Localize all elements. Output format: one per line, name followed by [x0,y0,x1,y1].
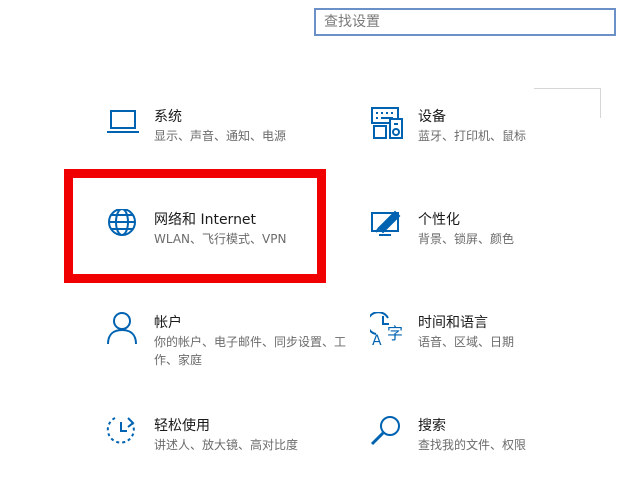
laptop-icon [106,106,142,142]
tile-description: 讲述人、放大镜、高对比度 [154,438,299,452]
tile-search[interactable]: 搜索 查找我的文件、权限 [370,415,620,477]
time-language-icon: A 字 [370,312,406,348]
svg-text:A: A [372,333,382,348]
settings-search-box[interactable] [314,8,616,36]
tile-description: 查找我的文件、权限 [418,438,527,452]
ease-of-access-icon [106,415,142,451]
divider [534,88,600,89]
tile-title: 个性化 [418,212,460,228]
tile-title: 设备 [418,109,446,125]
tile-personalization[interactable]: 个性化 背景、锁屏、颜色 [370,209,620,271]
tile-system[interactable]: 系统 显示、声音、通知、电源 [106,106,356,168]
tile-accounts[interactable]: 帐户 你的帐户、电子邮件、同步设置、工作、家庭 [106,312,356,374]
tile-title: 帐户 [154,315,182,331]
keyboard-devices-icon [370,106,406,142]
tile-ease-of-access[interactable]: 轻松使用 讲述人、放大镜、高对比度 [106,415,356,477]
paint-brush-icon [370,209,406,245]
person-icon [106,312,142,348]
tile-title: 时间和语言 [418,315,488,331]
tile-title: 搜索 [418,418,446,434]
tile-description: 语音、区域、日期 [418,335,515,349]
tile-time-language[interactable]: A 字 时间和语言 语音、区域、日期 [370,312,620,374]
tile-description: 你的帐户、电子邮件、同步设置、工作、家庭 [154,335,347,367]
search-icon [370,415,406,451]
highlight-annotation-box [64,169,326,283]
search-input[interactable] [316,10,614,34]
tile-title: 系统 [154,109,182,125]
tile-description: 蓝牙、打印机、鼠标 [418,129,527,143]
tile-description: 显示、声音、通知、电源 [154,129,287,143]
tile-title: 轻松使用 [154,418,210,434]
tile-description: 背景、锁屏、颜色 [418,232,515,246]
svg-text:字: 字 [387,324,403,343]
tile-devices[interactable]: 设备 蓝牙、打印机、鼠标 [370,106,620,168]
